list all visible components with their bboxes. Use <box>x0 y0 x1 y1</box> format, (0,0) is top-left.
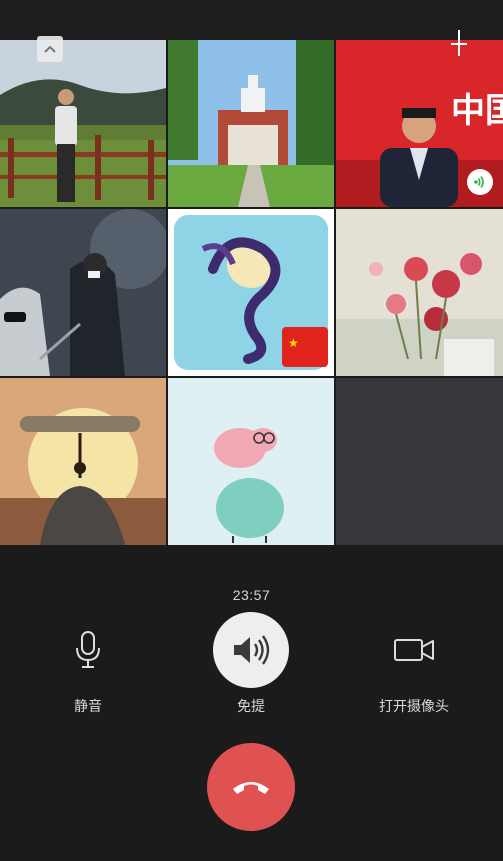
participant-tile-4[interactable] <box>0 209 166 376</box>
participant-tile-2[interactable] <box>168 40 334 207</box>
banner-text: 中国 20 <box>451 92 503 130</box>
campus-building-photo <box>168 40 334 207</box>
mute-label: 静音 <box>74 698 102 714</box>
participant-tile-1[interactable] <box>0 40 166 207</box>
empty-tile <box>336 378 503 545</box>
speaker-label: 免提 <box>237 698 265 714</box>
mute-control[interactable]: 静音 <box>18 612 158 716</box>
participant-tile-7[interactable] <box>0 378 166 545</box>
participant-tile-8[interactable] <box>168 378 334 545</box>
speaker-control[interactable]: 免提 <box>181 612 321 716</box>
top-bar <box>0 0 503 40</box>
add-member-button[interactable] <box>451 30 467 56</box>
svg-text:★: ★ <box>288 336 299 350</box>
speaking-indicator <box>467 169 493 195</box>
warrior-with-wolf-avatar <box>0 209 166 376</box>
camera-button[interactable] <box>376 612 452 688</box>
video-camera-icon <box>394 639 434 661</box>
participant-tile-6[interactable] <box>336 209 503 376</box>
peppa-pig-daddy-avatar <box>168 378 334 545</box>
call-timer: 23:57 <box>232 587 271 603</box>
minimize-button[interactable] <box>37 36 63 62</box>
hang-up-button[interactable] <box>207 743 295 831</box>
dragon-with-flag-avatar: ★ <box>168 209 334 376</box>
camera-label: 打开摄像头 <box>379 698 449 714</box>
hang-up-phone-icon <box>233 782 269 794</box>
speaker-button[interactable] <box>213 612 289 688</box>
red-flowers-painting <box>336 209 503 376</box>
speaker-icon <box>234 635 270 665</box>
mute-button[interactable] <box>50 612 126 688</box>
man-outdoors-photo <box>0 40 166 207</box>
plus-icon <box>451 30 467 56</box>
participant-tile-3[interactable]: 中国 20 <box>336 40 503 207</box>
participant-grid: 中国 20 <box>0 40 503 545</box>
sound-wave-icon <box>474 176 484 188</box>
participant-tile-5[interactable]: ★ <box>168 209 334 376</box>
ant-lifting-log-sunset <box>0 378 166 545</box>
camera-control[interactable]: 打开摄像头 <box>344 612 484 716</box>
chevron-up-icon <box>44 45 56 53</box>
microphone-icon <box>76 631 100 668</box>
